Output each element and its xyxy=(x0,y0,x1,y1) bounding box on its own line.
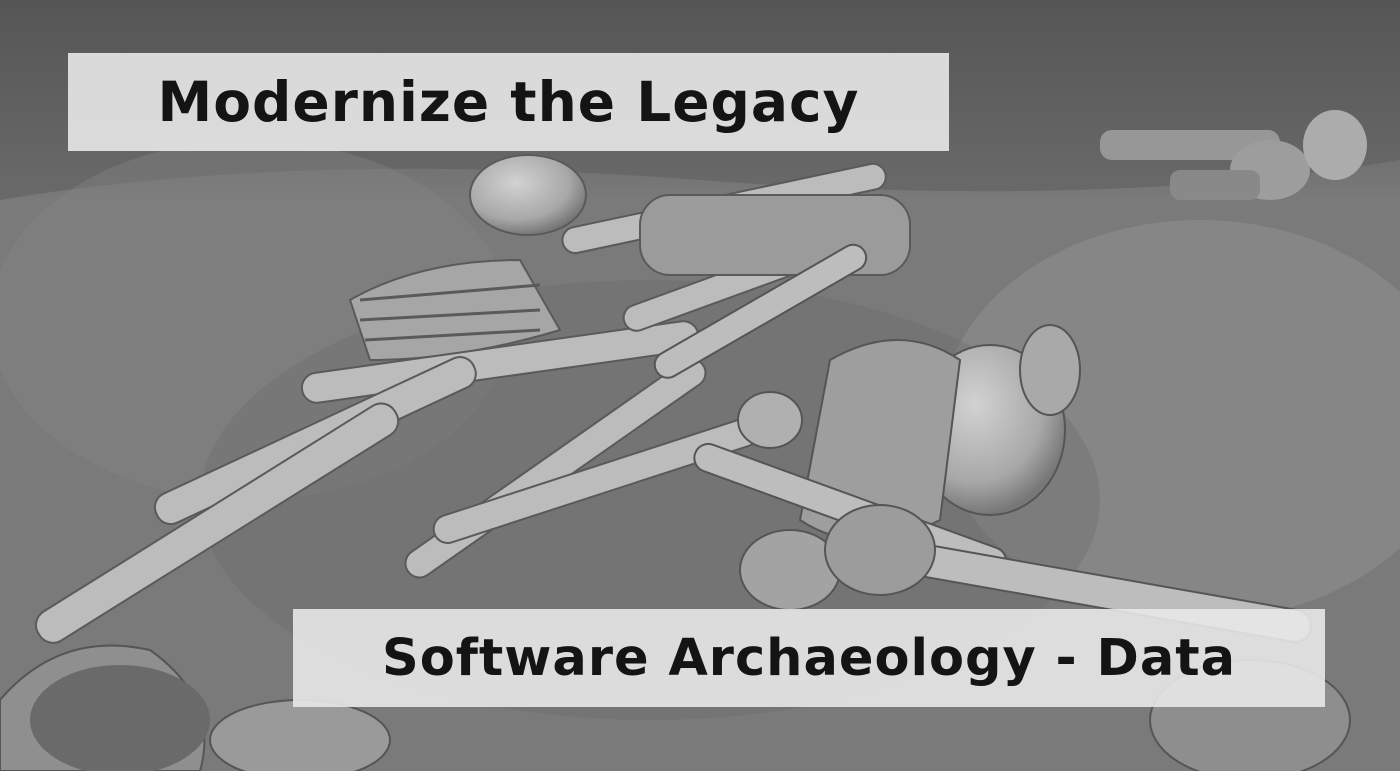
slide: Modernize the Legacy Software Archaeolog… xyxy=(0,0,1400,771)
slide-subtitle-banner: Software Archaeology - Data xyxy=(293,609,1325,707)
slide-subtitle: Software Archaeology - Data xyxy=(381,628,1237,688)
slide-title-banner: Modernize the Legacy xyxy=(68,53,949,151)
slide-title: Modernize the Legacy xyxy=(157,70,860,134)
